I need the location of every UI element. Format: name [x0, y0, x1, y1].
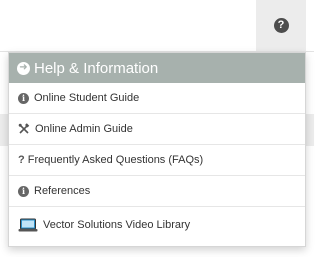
- menu-item-online-admin-guide[interactable]: Online Admin Guide: [9, 114, 305, 145]
- help-menu-button[interactable]: ?: [256, 0, 306, 51]
- laptop-icon: [18, 218, 38, 233]
- info-circle-icon: i: [18, 92, 29, 104]
- menu-item-label: Online Admin Guide: [35, 123, 133, 135]
- arrow-circle-right-icon: ➜: [17, 61, 30, 75]
- question-circle-icon: ?: [273, 18, 289, 33]
- info-circle-icon: i: [18, 185, 29, 197]
- menu-item-label: Vector Solutions Video Library: [43, 219, 191, 231]
- help-dropdown-menu: ➜ Help & Information i Online Student Gu…: [8, 52, 306, 247]
- menu-item-label: Frequently Asked Questions (FAQs): [27, 154, 204, 166]
- menu-item-label: Online Student Guide: [34, 92, 140, 104]
- menu-item-references[interactable]: i References: [9, 176, 305, 207]
- question-mark-icon: ?: [18, 154, 25, 166]
- menu-item-video-library[interactable]: Vector Solutions Video Library: [9, 207, 305, 243]
- menu-item-online-student-guide[interactable]: i Online Student Guide: [9, 83, 305, 114]
- menu-item-faqs[interactable]: ? Frequently Asked Questions (FAQs): [9, 145, 305, 176]
- menu-item-label: References: [34, 185, 91, 197]
- help-menu-title: Help & Information: [34, 59, 159, 77]
- help-menu-header: ➜ Help & Information: [9, 53, 305, 83]
- tools-icon: [18, 123, 30, 135]
